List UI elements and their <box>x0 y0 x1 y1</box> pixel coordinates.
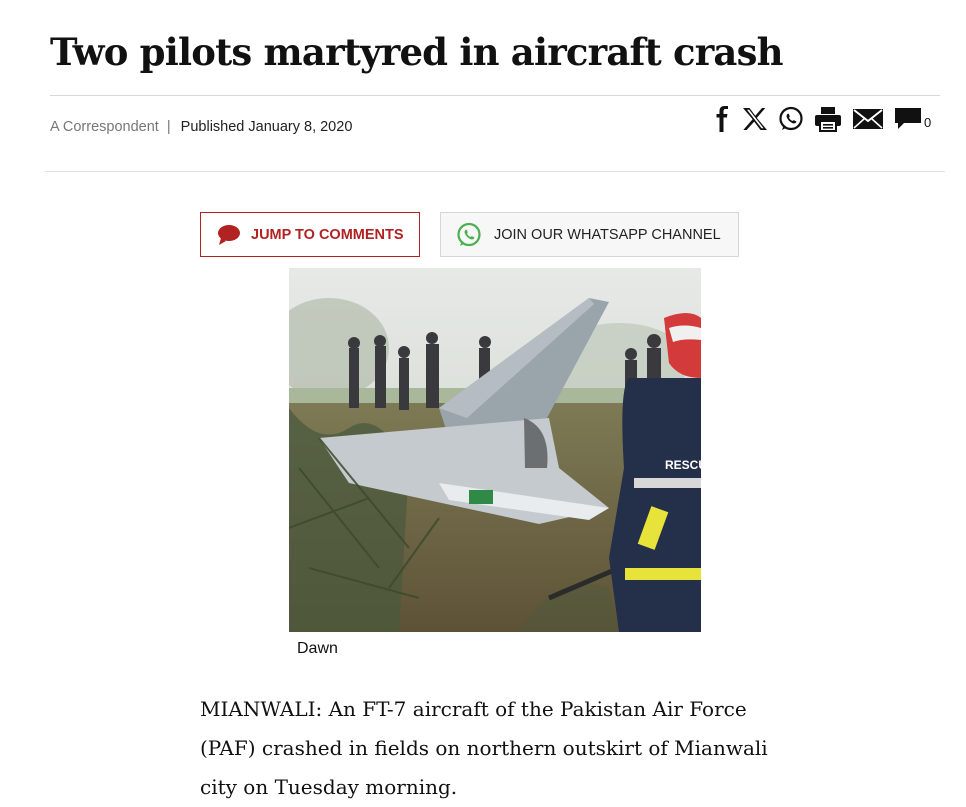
speech-bubble-icon <box>218 224 240 245</box>
jump-to-comments-label: JUMP TO COMMENTS <box>251 226 404 243</box>
article-photo: RESCUE <box>289 268 701 632</box>
byline: A Correspondent | Published January 8, 2… <box>50 119 352 135</box>
author-link[interactable]: A Correspondent <box>50 119 159 135</box>
article-paragraph: MIANWALI: An FT-7 aircraft of the Pakist… <box>200 697 768 799</box>
header-divider <box>45 171 945 172</box>
facebook-icon[interactable] <box>712 106 732 132</box>
byline-separator: | <box>166 119 171 135</box>
rescue-patch-text: RESCUE <box>665 458 701 472</box>
whatsapp-icon[interactable] <box>778 106 804 132</box>
email-icon[interactable] <box>852 108 884 130</box>
jump-to-comments-button[interactable]: JUMP TO COMMENTS <box>200 212 420 257</box>
article-headline: Two pilots martyred in aircraft crash <box>50 30 784 74</box>
comment-count: 0 <box>924 114 932 130</box>
photo-caption: Dawn <box>297 640 338 657</box>
print-icon[interactable] <box>814 106 842 132</box>
whatsapp-channel-button[interactable]: JOIN OUR WHATSAPP CHANNEL <box>440 212 739 257</box>
x-icon[interactable] <box>742 107 768 131</box>
comment-icon[interactable] <box>894 106 922 132</box>
whatsapp-channel-label: JOIN OUR WHATSAPP CHANNEL <box>494 226 721 243</box>
whatsapp-green-icon <box>457 222 481 246</box>
publish-date: Published January 8, 2020 <box>180 119 353 135</box>
headline-divider <box>50 95 940 96</box>
share-bar: 0 <box>712 104 931 134</box>
